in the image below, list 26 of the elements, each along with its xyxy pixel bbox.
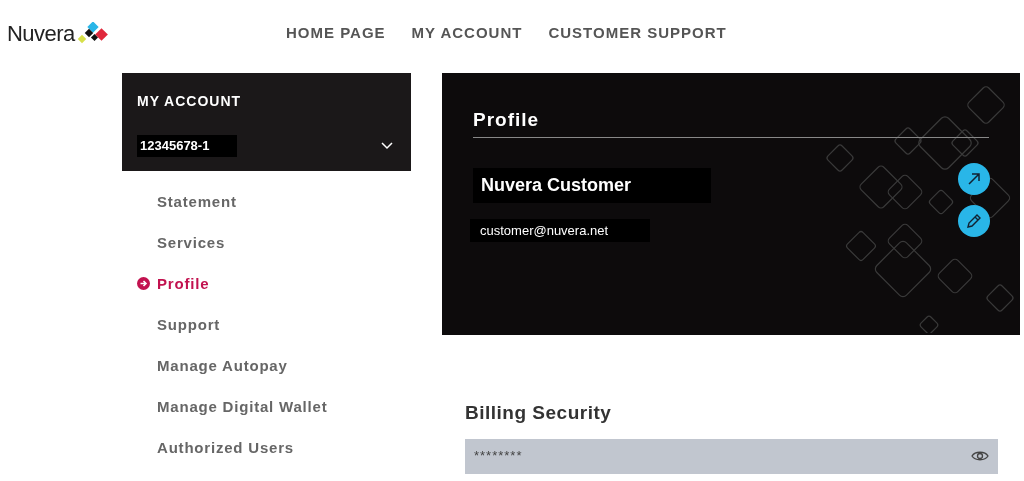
nav-link[interactable]: HOME PAGE <box>286 21 386 45</box>
logo-icon <box>76 22 109 44</box>
sidebar-item[interactable]: Support <box>157 315 411 334</box>
sidebar-item[interactable]: Manage Digital Wallet <box>157 397 411 416</box>
nav-link[interactable]: CUSTOMER SUPPORT <box>548 21 727 45</box>
open-link-button[interactable] <box>958 163 990 195</box>
chevron-down-icon <box>381 141 393 150</box>
arrow-circle-icon <box>137 277 150 290</box>
eye-icon[interactable] <box>971 450 989 462</box>
password-field[interactable]: ******** <box>465 438 998 474</box>
edit-button[interactable] <box>958 205 990 237</box>
sidebar-item[interactable]: Services <box>157 233 411 252</box>
logo-text: Nuvera <box>7 19 75 48</box>
sidebar-item[interactable]: Statement <box>157 192 411 211</box>
sidebar-item[interactable]: Authorized Users <box>157 438 411 457</box>
section-heading: Billing Security <box>465 401 613 425</box>
customer-name: Nuvera Customer <box>473 167 711 203</box>
customer-email: customer@nuvera.net <box>470 218 650 242</box>
arrow-up-right-icon <box>967 172 981 186</box>
card-title: Profile <box>473 108 541 132</box>
account-dropdown[interactable]: 12345678-1 <box>137 135 396 157</box>
sidebar-item[interactable]: Profile <box>137 274 411 293</box>
pencil-icon <box>966 213 982 229</box>
sidebar-item[interactable]: Manage Autopay <box>157 356 411 375</box>
nav-link[interactable]: MY ACCOUNT <box>411 21 523 45</box>
panel-title: MY ACCOUNT <box>137 92 243 111</box>
